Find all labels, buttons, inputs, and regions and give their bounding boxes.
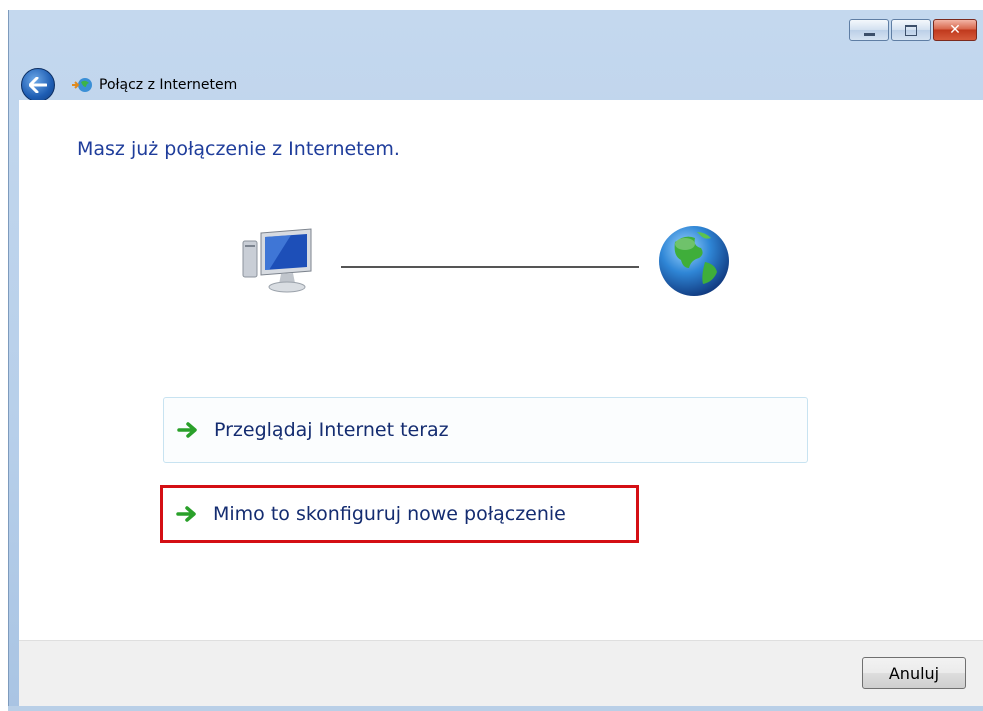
browse-internet-now-link[interactable]: Przeglądaj Internet teraz — [163, 397, 808, 463]
minimize-icon — [863, 32, 875, 36]
navigation-bar: Połącz z Internetem — [21, 68, 237, 102]
green-arrow-icon — [176, 506, 196, 522]
setup-new-connection-anyway-link[interactable]: Mimo to skonfiguruj nowe połączenie — [160, 485, 639, 543]
window-bottom-border — [8, 706, 983, 711]
setup-new-connection-anyway-label: Mimo to skonfiguruj nowe połączenie — [213, 503, 566, 525]
page-heading: Masz już połączenie z Internetem. — [77, 138, 400, 160]
cancel-button[interactable]: Anuluj — [862, 657, 966, 689]
computer-icon — [242, 228, 312, 293]
footer-bar: Anuluj — [19, 640, 983, 711]
minimize-button[interactable] — [849, 19, 889, 41]
back-arrow-icon — [29, 77, 47, 93]
window-title: Połącz z Internetem — [99, 77, 238, 93]
green-arrow-icon — [177, 422, 197, 438]
close-button[interactable]: ✕ — [933, 19, 977, 41]
internet-globe-icon — [659, 226, 729, 296]
back-button[interactable] — [21, 68, 55, 102]
browse-internet-now-label: Przeglądaj Internet teraz — [214, 419, 449, 441]
connection-line — [341, 266, 639, 268]
content-panel: Masz już połączenie z Internetem. Przegl… — [19, 100, 983, 640]
close-icon: ✕ — [949, 22, 961, 38]
maximize-icon — [905, 24, 917, 36]
network-connection-icon — [72, 78, 92, 92]
caption-buttons: ✕ — [849, 19, 977, 41]
maximize-button[interactable] — [891, 19, 931, 41]
